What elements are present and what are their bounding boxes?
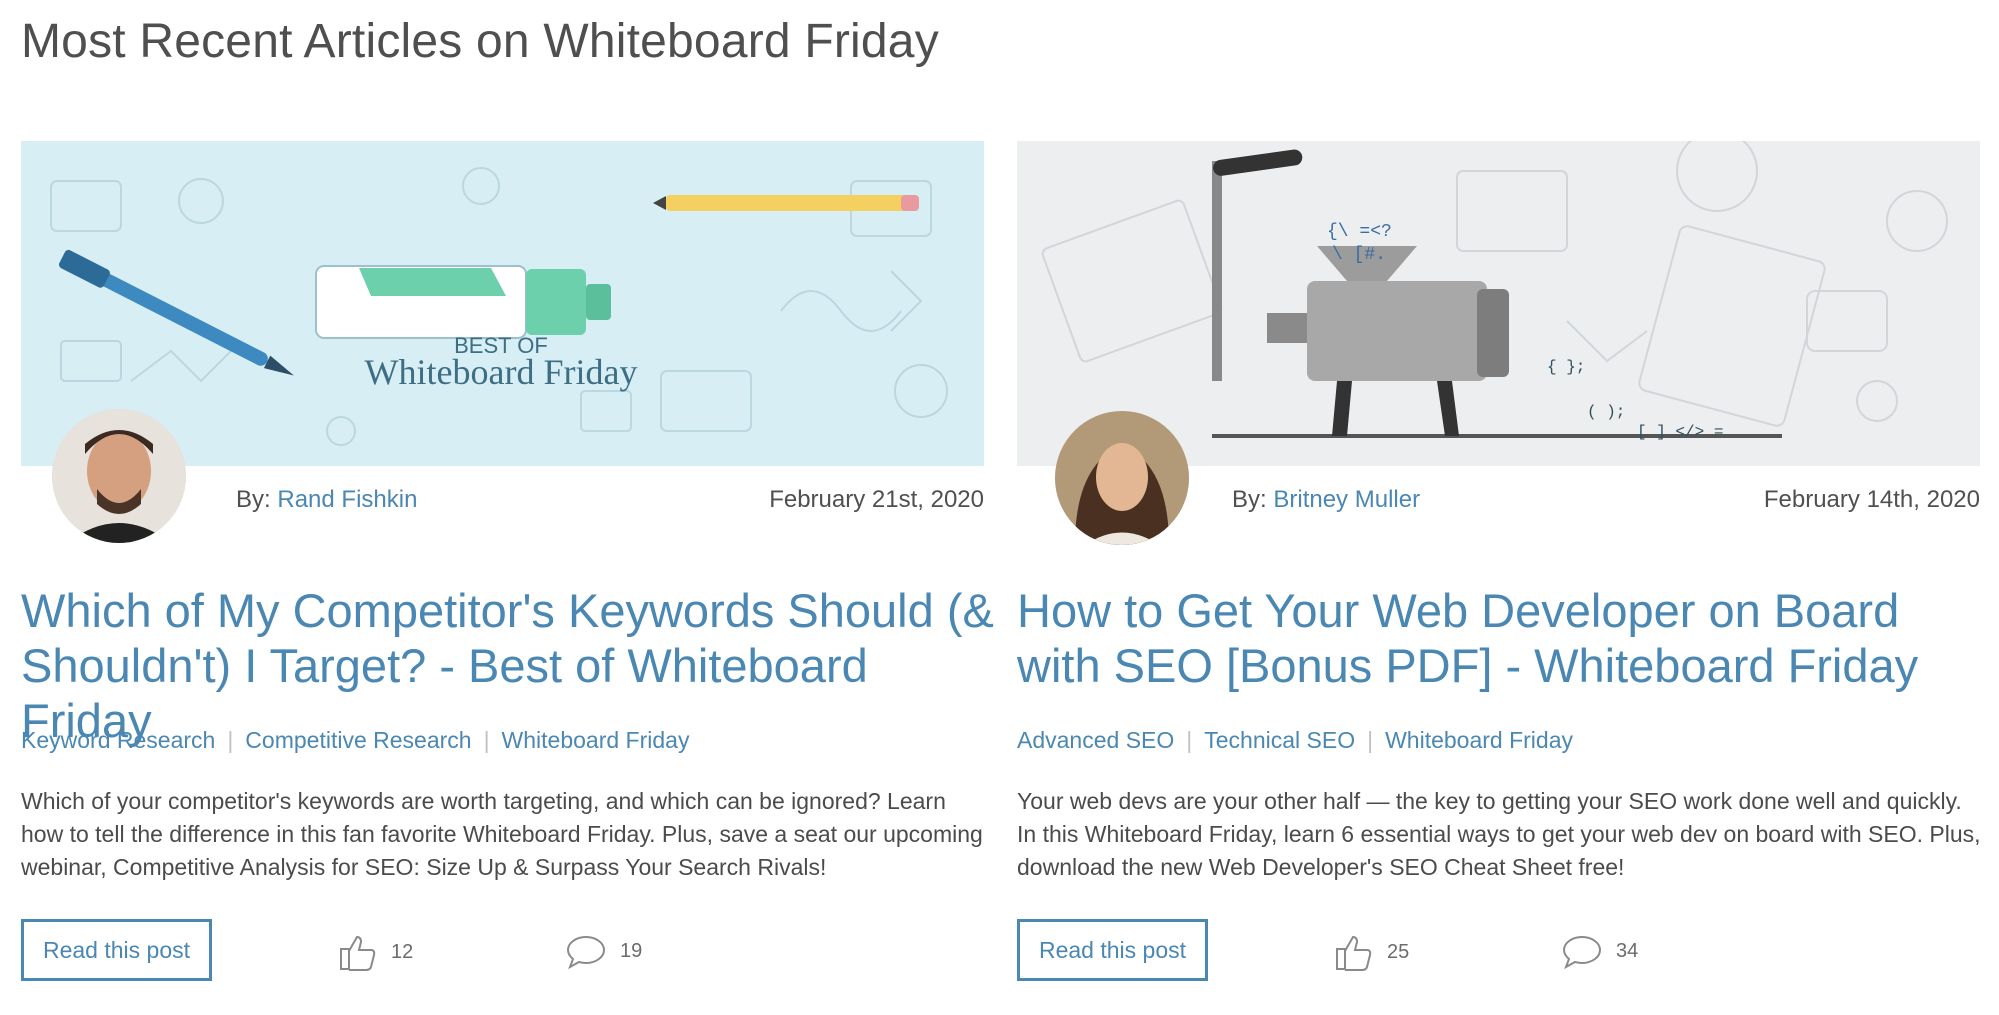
read-post-button[interactable]: Read this post — [21, 919, 212, 981]
read-post-button[interactable]: Read this post — [1017, 919, 1208, 981]
like-counter[interactable]: 25 — [1335, 933, 1409, 971]
author-link[interactable]: Rand Fishkin — [277, 486, 417, 513]
author-avatar[interactable] — [1055, 411, 1189, 545]
hero-caption-main: Whiteboard Friday — [365, 352, 638, 392]
svg-text:{ };: { }; — [1547, 358, 1585, 376]
like-count: 25 — [1387, 940, 1410, 963]
svg-text:( );: ( ); — [1587, 403, 1625, 421]
comment-icon[interactable] — [566, 933, 606, 969]
article-card: {\ =<? \ [#. { }; ( ); [ ] </> = By: Bri… — [1017, 141, 1981, 1001]
author-link[interactable]: Britney Muller — [1273, 486, 1420, 513]
byline-label: By: — [1232, 486, 1267, 513]
tag-link[interactable]: Technical SEO — [1204, 727, 1355, 753]
tag-separator: | — [483, 727, 490, 753]
comment-count: 19 — [620, 939, 643, 962]
tag-link[interactable]: Whiteboard Friday — [502, 727, 690, 753]
comment-count: 34 — [1616, 939, 1639, 962]
like-count: 12 — [391, 940, 414, 963]
comment-counter[interactable]: 34 — [1562, 933, 1638, 969]
thumbs-up-icon[interactable] — [1335, 933, 1373, 971]
comment-icon[interactable] — [1562, 933, 1602, 969]
author-byline: By: Rand Fishkin — [236, 486, 417, 514]
tag-list: Keyword Research | Competitive Research | Wh… — [21, 727, 689, 754]
byline-label: By: — [236, 486, 271, 513]
svg-text:{\ =<?: {\ =<? — [1327, 222, 1392, 242]
tag-list: Advanced SEO | Technical SEO | Whiteboard Fr… — [1017, 727, 1573, 754]
thumbs-up-icon[interactable] — [339, 933, 377, 971]
article-hero-image[interactable]: BEST OF Whiteboard Friday — [21, 141, 984, 466]
article-hero-image[interactable]: {\ =<? \ [#. { }; ( ); [ ] </> = — [1017, 141, 1980, 466]
article-title-link[interactable]: Which of My Competitor's Keywords Should… — [21, 583, 996, 748]
article-title-link[interactable]: How to Get Your Web Developer on Board w… — [1017, 583, 1992, 693]
comment-counter[interactable]: 19 — [566, 933, 642, 969]
post-date: February 14th, 2020 — [1763, 486, 1980, 513]
tag-separator: | — [1367, 727, 1374, 753]
article-excerpt: Your web devs are your other half — the … — [1017, 788, 1981, 880]
like-counter[interactable]: 12 — [339, 933, 413, 971]
post-date: February 21st, 2020 — [769, 486, 984, 513]
tag-separator: | — [227, 727, 234, 753]
article-card: BEST OF Whiteboard Friday By: Rand Fishk… — [21, 141, 994, 1001]
tag-separator: | — [1186, 727, 1193, 753]
article-excerpt: Which of your competitor's keywords are … — [21, 788, 983, 880]
page-title: Most Recent Articles on Whiteboard Frida… — [21, 15, 939, 68]
author-byline: By: Britney Muller — [1232, 486, 1420, 514]
svg-text:[ ] </> =: [ ] </> = — [1637, 423, 1723, 441]
tag-link[interactable]: Competitive Research — [245, 727, 471, 753]
tag-link[interactable]: Whiteboard Friday — [1385, 727, 1573, 753]
svg-text:\ [#.: \ [#. — [1332, 245, 1386, 265]
author-avatar[interactable] — [52, 409, 186, 543]
tag-link[interactable]: Advanced SEO — [1017, 727, 1174, 753]
tag-link[interactable]: Keyword Research — [21, 727, 215, 753]
